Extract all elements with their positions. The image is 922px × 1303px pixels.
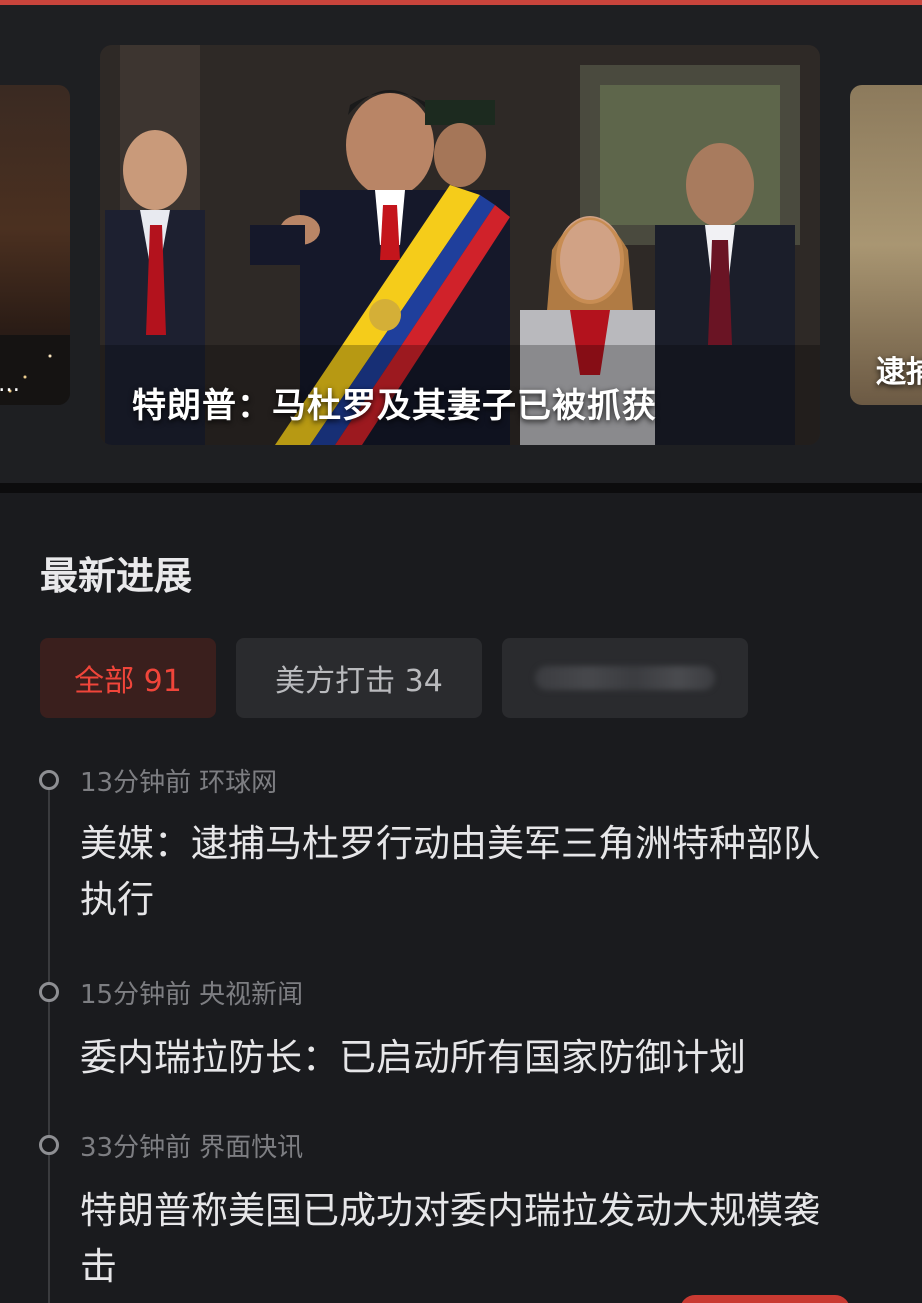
carousel-slide-previous[interactable]: … xyxy=(0,85,70,405)
slide-caption-next: 逮捕 xyxy=(876,355,922,390)
timeline-headline[interactable]: 美媒：逮捕马杜罗行动由美军三角洲特种部队执行 xyxy=(80,816,840,928)
blurred-label xyxy=(535,666,715,690)
timeline-dot xyxy=(39,982,59,1002)
timeline-source: 环球网 xyxy=(199,768,278,798)
timeline-source: 界面快讯 xyxy=(199,1133,304,1163)
tab-all[interactable]: 全部 91 xyxy=(40,638,216,718)
timeline-time: 13分钟前 xyxy=(80,768,192,798)
timeline-time: 33分钟前 xyxy=(80,1133,192,1163)
timeline-dot xyxy=(39,770,59,790)
timeline-time: 15分钟前 xyxy=(80,980,192,1010)
carousel-slide-next[interactable]: 逮捕 xyxy=(850,85,922,405)
photo-carousel[interactable]: … 特朗普：马杜罗及其妻子已被抓获 逮捕 xyxy=(0,5,922,483)
timeline-meta: 13分钟前 环球网 xyxy=(80,762,277,799)
section-divider xyxy=(0,483,922,493)
tab-all-label: 全部 91 xyxy=(74,664,182,699)
slide-caption-previous: … xyxy=(0,372,20,397)
timeline-line xyxy=(48,790,50,1303)
section-title: 最新进展 xyxy=(40,554,193,598)
timeline-headline[interactable]: 特朗普称美国已成功对委内瑞拉发动大规模袭击 xyxy=(80,1183,840,1295)
carousel-slide-current[interactable]: 特朗普：马杜罗及其妻子已被抓获 xyxy=(100,45,820,445)
timeline-headline[interactable]: 委内瑞拉防长：已启动所有国家防御计划 xyxy=(80,1030,840,1086)
timeline-source: 央视新闻 xyxy=(199,980,304,1010)
timeline-meta: 33分钟前 界面快讯 xyxy=(80,1127,303,1164)
timeline-meta: 15分钟前 央视新闻 xyxy=(80,974,303,1011)
tab-us-strikes[interactable]: 美方打击 34 xyxy=(236,638,482,718)
news-topic-page: … 特朗普：马杜罗及其妻子已被抓获 逮捕 最新进展 全部 91 美方打击 34 … xyxy=(0,0,922,1303)
timeline-dot xyxy=(39,1135,59,1155)
tab-us-strikes-label: 美方打击 34 xyxy=(275,664,443,699)
slide-caption: 特朗普：马杜罗及其妻子已被抓获 xyxy=(132,386,657,426)
floating-action-pill[interactable] xyxy=(680,1295,850,1303)
tab-blurred[interactable] xyxy=(502,638,748,718)
